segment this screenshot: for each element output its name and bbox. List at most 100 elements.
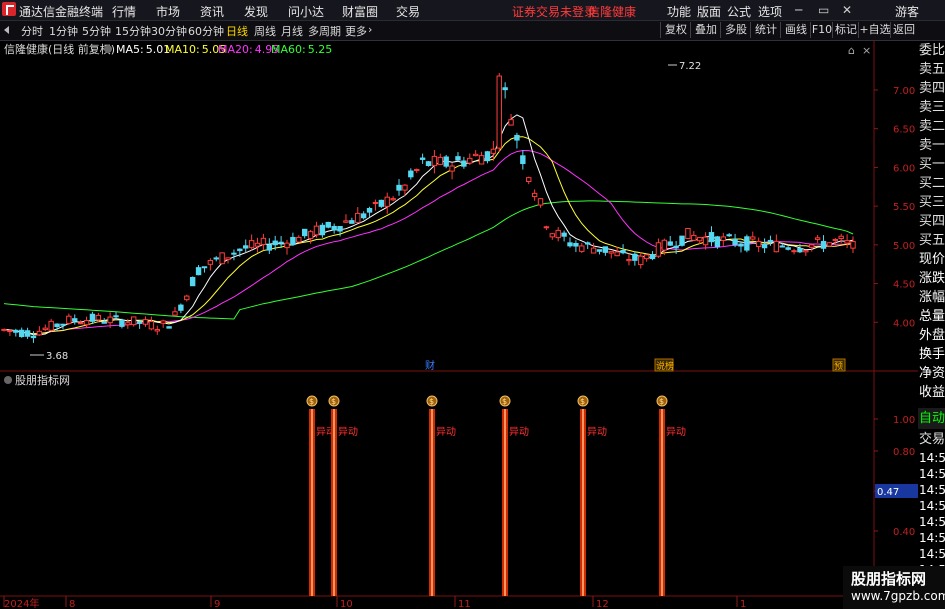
candle-body — [661, 239, 668, 251]
menu-market[interactable]: 市场 — [156, 3, 180, 20]
period-tab-1min[interactable]: 1分钟 — [49, 23, 78, 39]
quote-field-label: 买二 — [919, 176, 945, 191]
restore-icon[interactable]: ▭ — [818, 3, 829, 17]
chart-close-icon[interactable]: × — [862, 44, 871, 57]
candle-body — [148, 320, 155, 330]
menu-trade[interactable]: 交易 — [396, 3, 420, 20]
money-bag-glyph: $ — [309, 397, 314, 406]
candle-body — [1, 328, 7, 331]
menu-market-quotes[interactable]: 行情 — [112, 3, 136, 20]
candle-body — [779, 245, 785, 248]
guest-user[interactable]: 游客 — [895, 3, 919, 20]
chart-header-name: 信隆健康(日线 前复权) — [4, 42, 115, 56]
candle-body — [697, 237, 703, 242]
candle-body — [166, 326, 172, 329]
candle-body — [850, 241, 856, 249]
quote-field-label: 卖四 — [919, 81, 945, 96]
period-tab-timeshare[interactable]: 分时 — [21, 23, 43, 39]
candle-body — [343, 220, 349, 223]
signal-label: 异动 — [338, 426, 358, 438]
candle-body — [42, 327, 48, 331]
quote-field-label: 涨跌 — [919, 271, 945, 286]
toolbar-adjust-button[interactable]: 复权 — [660, 22, 691, 38]
menu-formula[interactable]: 公式 — [727, 3, 751, 20]
candle-body — [331, 225, 337, 231]
event-mark-finance[interactable]: 财 — [425, 359, 435, 372]
period-tab-30min[interactable]: 30分钟 — [151, 23, 187, 39]
event-mark-forecast[interactable]: 预 — [834, 361, 843, 372]
prev-arrow-icon[interactable] — [4, 26, 9, 34]
candle-body — [461, 160, 467, 167]
candle-body — [785, 247, 791, 250]
toolbar-overlay-button[interactable]: 叠加 — [690, 22, 721, 38]
candle-body — [7, 330, 13, 333]
candle-body — [531, 192, 538, 198]
menu-function[interactable]: 功能 — [667, 3, 691, 20]
period-tab-60min[interactable]: 60分钟 — [188, 23, 224, 39]
period-tab-weekly[interactable]: 周线 — [254, 23, 276, 39]
close-icon[interactable]: ✕ — [842, 3, 852, 17]
toolbar-multistock-button[interactable]: 多股 — [720, 22, 751, 38]
quote-field-label: 买一 — [919, 157, 945, 172]
candle-body — [184, 295, 190, 301]
toolbar-back-button[interactable]: 返回 — [890, 22, 917, 38]
period-tab-15min[interactable]: 15分钟 — [115, 23, 151, 39]
indicator-toggle-icon[interactable] — [4, 376, 12, 384]
menu-wealth[interactable]: 财富圈 — [342, 3, 378, 20]
right-tab-trade[interactable]: 交易 — [918, 429, 945, 450]
candle-body — [337, 226, 343, 232]
more-chevron-icon[interactable]: › — [368, 23, 372, 36]
candle-body — [649, 254, 656, 260]
toolbar-f10-button[interactable]: F10 — [810, 22, 833, 38]
event-mark-dragon-tiger[interactable]: 说榜 — [656, 360, 674, 372]
ma-legend-item: MA5: 5.01 — [116, 43, 170, 56]
menu-discover[interactable]: 发现 — [244, 3, 268, 20]
candle-body — [95, 314, 102, 321]
period-tab-5min[interactable]: 5分钟 — [82, 23, 111, 39]
period-tab-daily[interactable]: 日线 — [226, 23, 248, 39]
candles — [1, 72, 856, 343]
date-axis-tick: 2024年 — [4, 597, 39, 609]
quote-field-label: 卖三 — [919, 100, 945, 115]
watermark-url: www.7gpzb.com — [851, 589, 945, 603]
ma20-line — [3, 149, 854, 335]
tick-time: 14:5 — [919, 515, 945, 529]
chart-header-toggle-icon[interactable] — [104, 45, 112, 53]
candle-body — [814, 237, 821, 240]
quote-field-label: 卖五 — [919, 62, 945, 77]
chart-maximize-icon[interactable]: ⌂ — [848, 44, 855, 57]
toolbar-draw-button[interactable]: 画线 — [780, 22, 811, 38]
menu-ask[interactable]: 问小达 — [288, 3, 324, 20]
period-tab-monthly[interactable]: 月线 — [281, 23, 303, 39]
period-tab-multi[interactable]: 多周期 — [308, 23, 341, 39]
candle-body — [431, 155, 438, 167]
candle-body — [272, 240, 278, 246]
toolbar-add-watchlist-button[interactable]: +自选 — [858, 22, 891, 38]
signal-label: 异动 — [436, 426, 456, 438]
login-notice[interactable]: 证券交易未登录 — [512, 3, 596, 20]
menu-news[interactable]: 资讯 — [200, 3, 224, 20]
toolbar-stats-button[interactable]: 统计 — [750, 22, 781, 38]
candle-body — [844, 240, 850, 244]
candle-body — [502, 87, 508, 91]
quote-field-label: 买三 — [919, 195, 945, 210]
candle-body — [231, 252, 237, 255]
candle-body — [384, 196, 390, 207]
kline-chart[interactable]: 信隆健康(日线 前复权) MA5: 5.01MA10: 5.05MA20: 4.95M… — [0, 41, 918, 609]
candle-body — [360, 213, 367, 219]
ma-legend-item: MA60: 5.25 — [271, 43, 332, 56]
candle-body — [691, 234, 697, 241]
candle-body — [455, 156, 461, 161]
candle-body — [761, 243, 768, 249]
menu-layout[interactable]: 版面 — [697, 3, 721, 20]
tick-time: 14:5 — [919, 451, 945, 465]
candle-body — [673, 245, 679, 249]
candle-body — [632, 253, 638, 261]
tick-time: 14:5 — [919, 499, 945, 513]
right-tab-auto[interactable]: 自动 — [918, 408, 945, 429]
minimize-icon[interactable]: ─ — [795, 3, 802, 17]
toolbar-mark-button[interactable]: 标记 — [832, 22, 859, 38]
candle-body — [396, 184, 402, 191]
period-tab-more[interactable]: 更多 — [345, 23, 367, 39]
menu-options[interactable]: 选项 — [758, 3, 782, 20]
